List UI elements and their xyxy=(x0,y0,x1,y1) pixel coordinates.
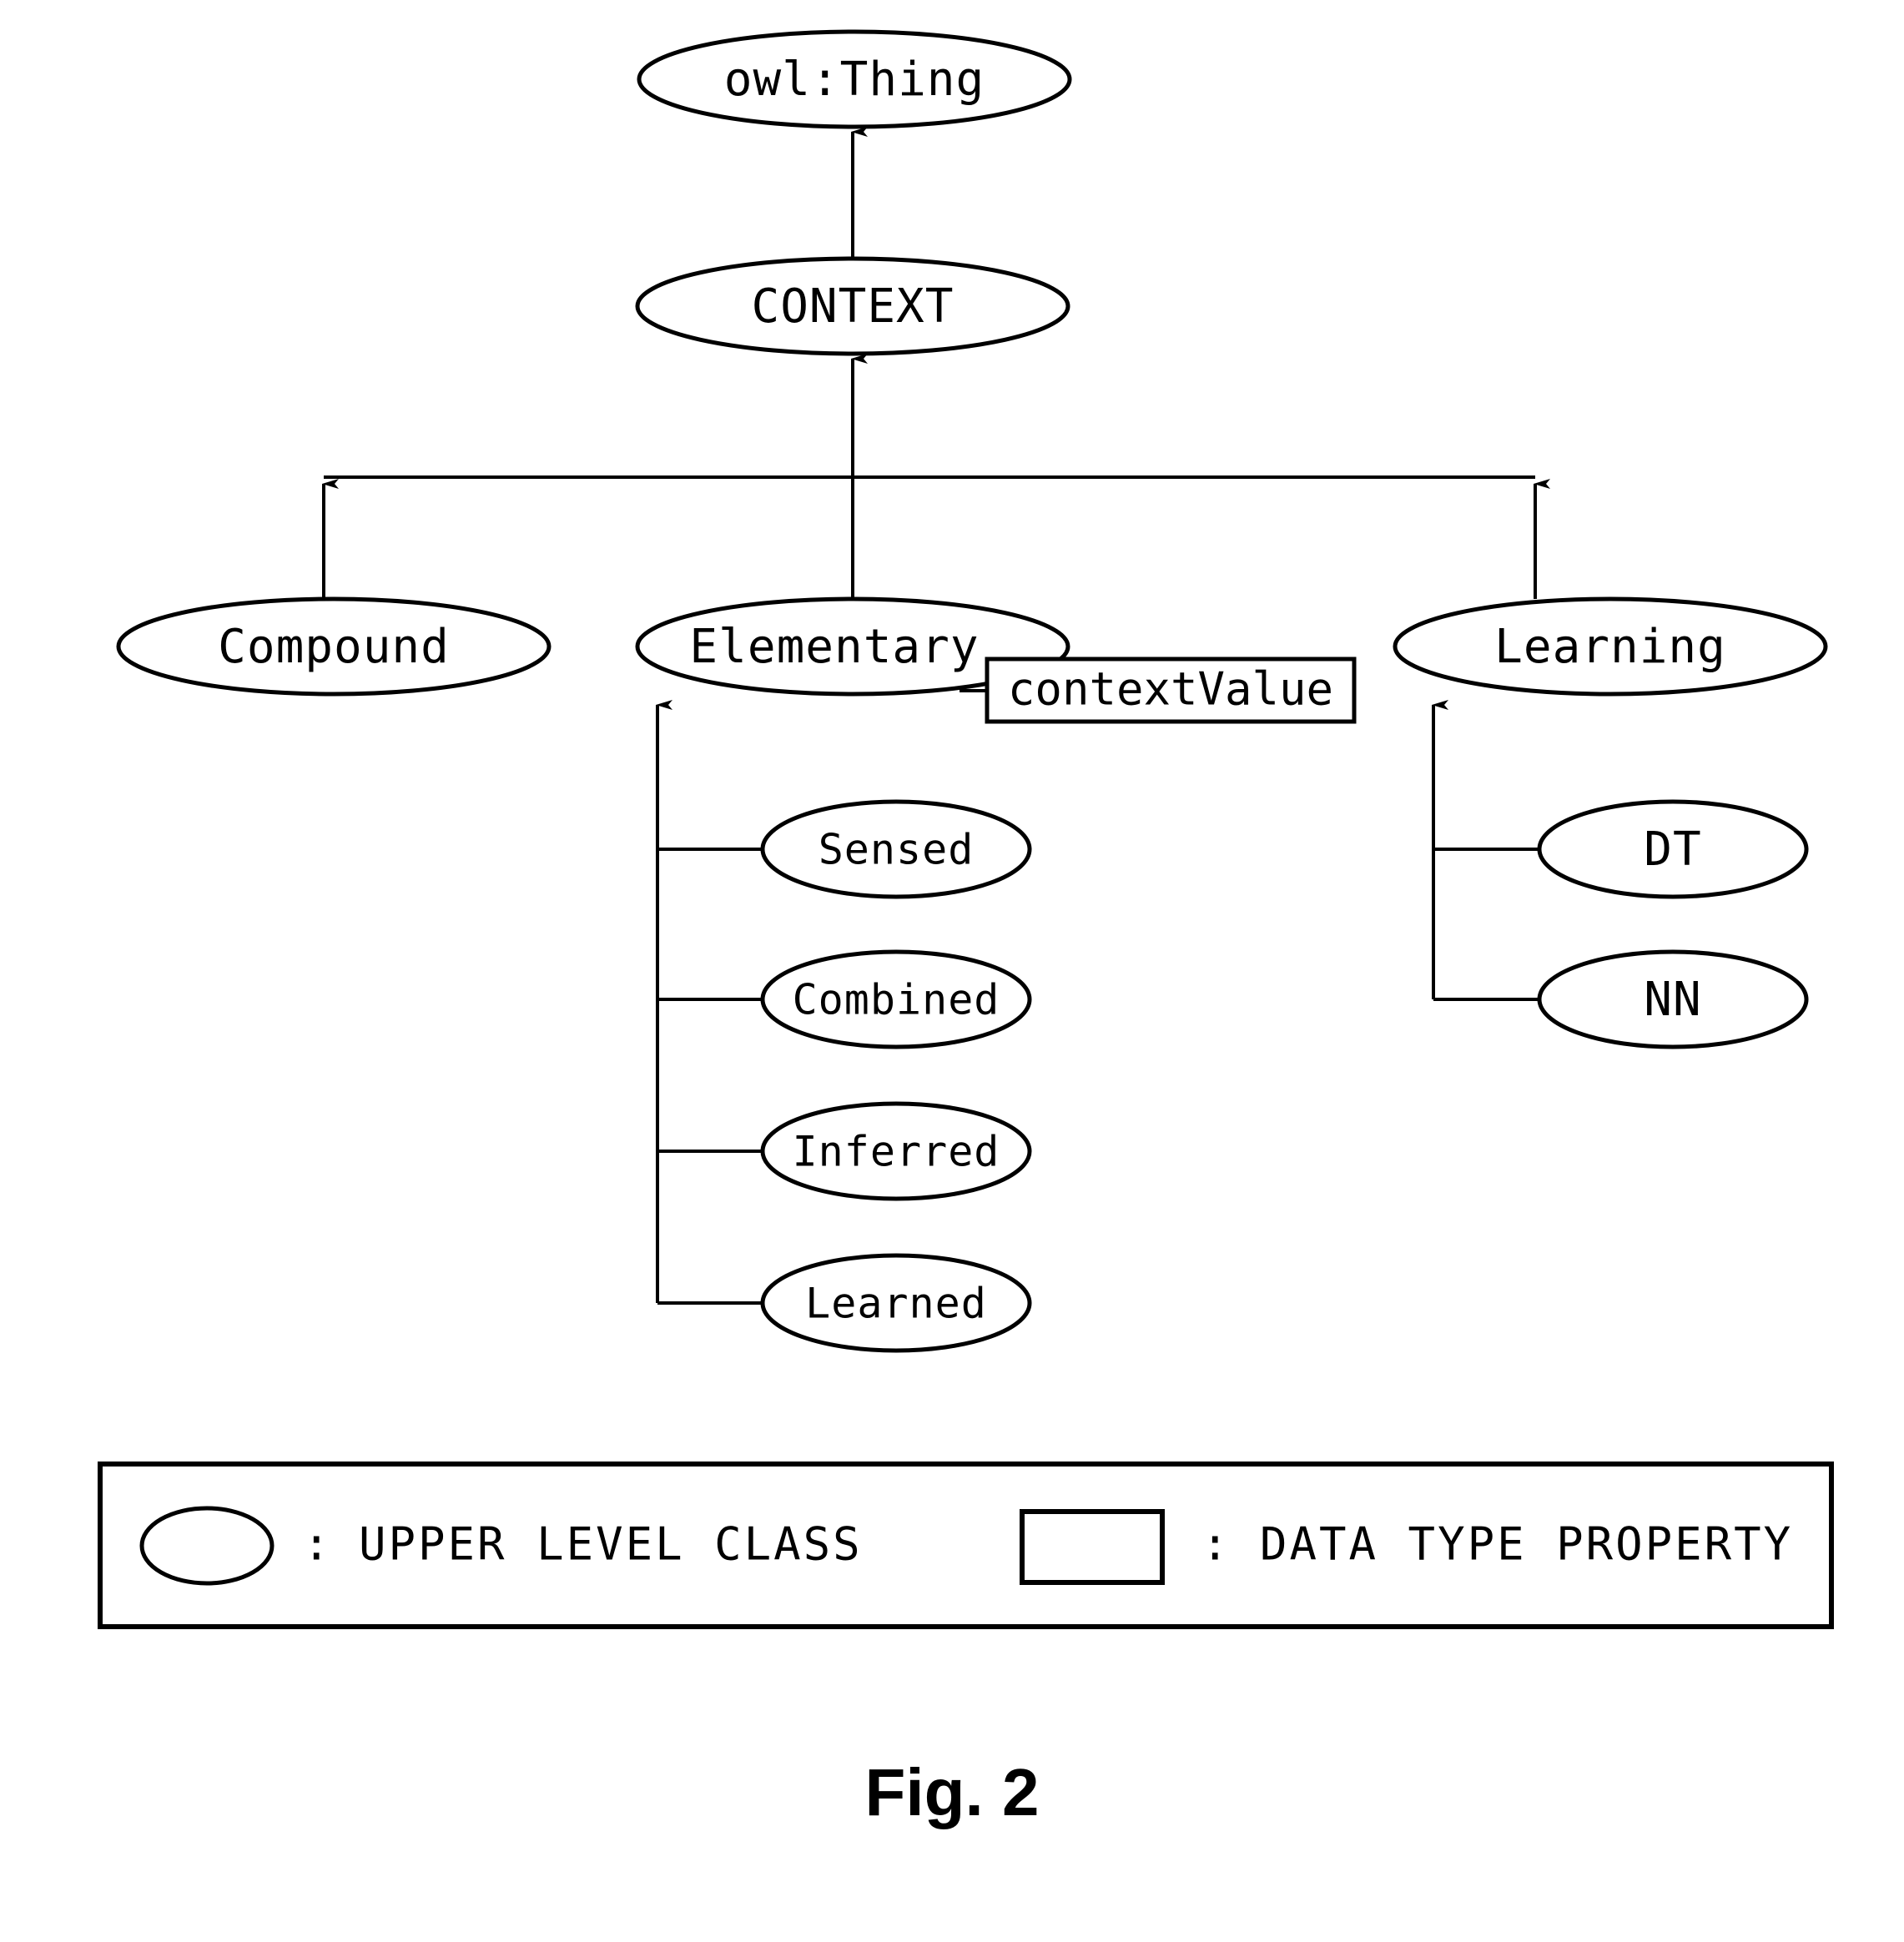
owl-thing-label: owl:Thing xyxy=(724,53,985,107)
node-dt[interactable]: DT xyxy=(1537,799,1809,899)
compound-label: Compound xyxy=(218,620,450,674)
context-label: CONTEXT xyxy=(751,279,954,334)
legend-separator-1: : xyxy=(303,1518,333,1571)
legend-label-upper-level-class: UPPER LEVEL CLASS xyxy=(359,1518,863,1571)
elementary-label: Elementary xyxy=(689,620,979,674)
learning-label: Learning xyxy=(1494,620,1726,674)
property-context-value[interactable]: contextValue xyxy=(985,657,1357,724)
ontology-diagram: owl:Thing CONTEXT Compound Elementary Le… xyxy=(98,29,1834,1829)
node-sensed[interactable]: Sensed xyxy=(760,799,1032,899)
ellipse-icon xyxy=(139,1506,275,1586)
node-learning[interactable]: Learning xyxy=(1393,596,1828,697)
context-value-label: contextValue xyxy=(1008,663,1333,716)
sensed-label: Sensed xyxy=(819,826,975,874)
node-nn[interactable]: NN xyxy=(1537,949,1809,1049)
inferred-label: Inferred xyxy=(793,1128,1000,1176)
legend: : UPPER LEVEL CLASS : DATA TYPE PROPERTY xyxy=(98,1462,1834,1629)
legend-separator-2: : xyxy=(1201,1518,1232,1571)
node-combined[interactable]: Combined xyxy=(760,949,1032,1049)
rectangle-icon xyxy=(1020,1509,1165,1585)
node-owl-thing[interactable]: owl:Thing xyxy=(637,29,1072,129)
combined-label: Combined xyxy=(793,976,1000,1024)
node-compound[interactable]: Compound xyxy=(116,596,552,697)
learned-label: Learned xyxy=(805,1280,987,1328)
nn-label: NN xyxy=(1644,973,1701,1027)
node-learned[interactable]: Learned xyxy=(760,1253,1032,1353)
figure-root: owl:Thing CONTEXT Compound Elementary Le… xyxy=(0,0,1904,1942)
node-context[interactable]: CONTEXT xyxy=(635,256,1070,356)
node-inferred[interactable]: Inferred xyxy=(760,1101,1032,1201)
dt-label: DT xyxy=(1644,823,1701,877)
figure-caption: Fig. 2 xyxy=(865,1755,1040,1829)
legend-label-data-type-property: DATA TYPE PROPERTY xyxy=(1260,1518,1793,1571)
